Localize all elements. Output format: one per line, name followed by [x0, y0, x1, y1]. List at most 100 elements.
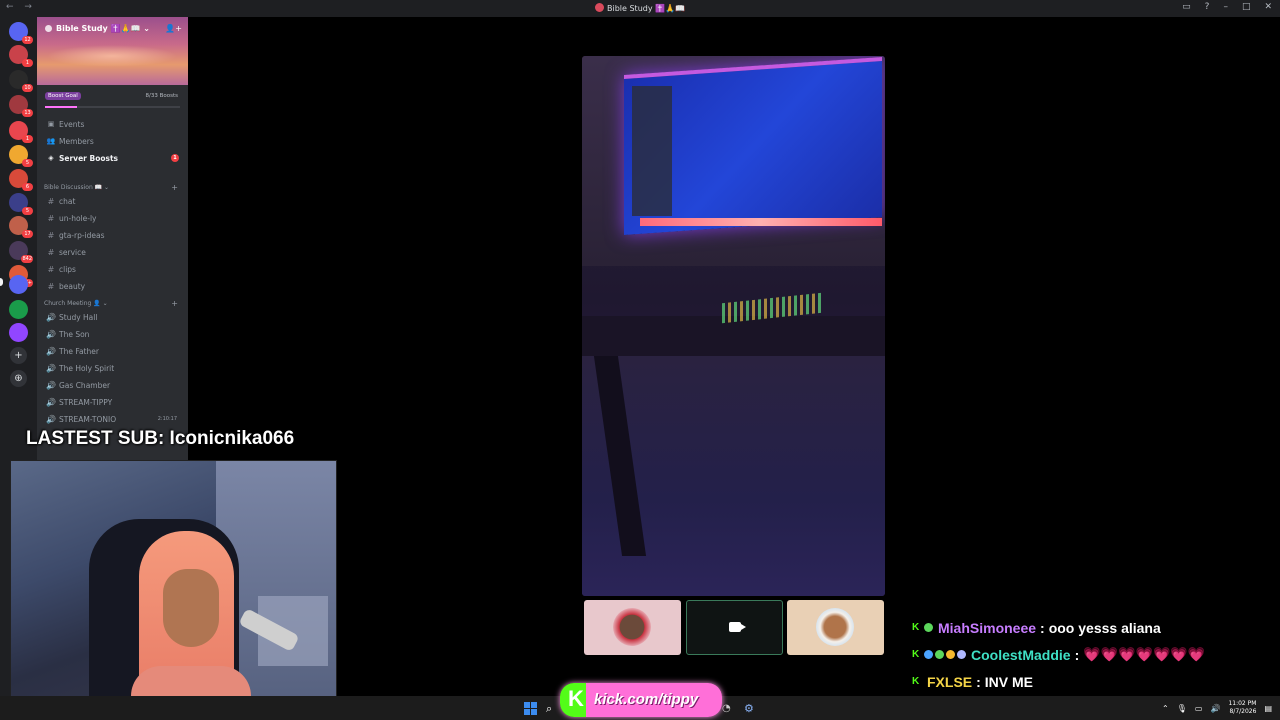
- channel-label: The Father: [59, 346, 99, 356]
- invite-icon[interactable]: 👤+: [165, 24, 182, 33]
- server-icon-6[interactable]: 5: [9, 145, 33, 167]
- chat-username: CoolestMaddie: [971, 646, 1071, 663]
- channel-stream-tippy[interactable]: 🔊 STREAM-TIPPY: [45, 395, 185, 409]
- latest-sub-overlay: LASTEST SUB: Iconicnika066: [26, 428, 295, 449]
- server-banner[interactable]: Bible Study ✝️🙏📖 ⌄ 👤+: [37, 17, 188, 85]
- mention-badge: 1: [22, 135, 33, 143]
- kick-url-overlay: K kick.com/tippy: [560, 683, 722, 717]
- add-server-button[interactable]: +: [10, 347, 27, 364]
- chat-badge-icon: [924, 650, 933, 659]
- channel-stream-tonio[interactable]: 🔊 STREAM-TONIO 2:10:17: [45, 412, 185, 426]
- add-channel-icon[interactable]: +: [171, 299, 178, 308]
- channel-clips[interactable]: # clips: [45, 262, 185, 276]
- minimize-icon[interactable]: –: [1223, 2, 1228, 12]
- volume-icon[interactable]: 🔊: [1210, 704, 1220, 713]
- folder-icon[interactable]: [9, 275, 28, 294]
- chat-username: MiahSimoneee: [938, 619, 1037, 636]
- server-icon-10[interactable]: 842: [9, 241, 33, 263]
- channel-gas-chamber[interactable]: 🔊 Gas Chamber: [45, 378, 185, 392]
- channel-gta-rp-ideas[interactable]: # gta-rp-ideas: [45, 228, 185, 242]
- boost-progress-bar: [45, 106, 180, 108]
- server-icon-8[interactable]: 5: [9, 193, 33, 215]
- server-icon-9[interactable]: 17: [9, 216, 33, 238]
- streamer-webcam: [10, 460, 337, 710]
- server-icon-12[interactable]: [9, 300, 28, 319]
- boost-goal-row[interactable]: Boost Goal 8/33 Boosts: [37, 89, 188, 103]
- maximize-icon[interactable]: □: [1242, 2, 1251, 12]
- camera-icon: [729, 622, 746, 632]
- clock[interactable]: 11:02 PM 8/7/2026: [1228, 700, 1256, 716]
- mention-badge: 6: [22, 183, 33, 191]
- server-icon-4[interactable]: 13: [9, 95, 33, 117]
- chevron-up-icon[interactable]: ⌃: [1162, 704, 1169, 713]
- channel-beauty[interactable]: # beauty: [45, 279, 185, 293]
- chat-badge-icon: [957, 650, 966, 659]
- kick-logo-letter: K: [568, 686, 584, 711]
- network-icon[interactable]: ▭: [1195, 704, 1203, 713]
- stream-video[interactable]: [582, 56, 885, 596]
- server-icon-7[interactable]: 6: [9, 169, 33, 191]
- server-icon-1[interactable]: 12: [9, 22, 33, 44]
- mention-badge: 5: [22, 159, 33, 167]
- video-monitor-panel: [632, 86, 672, 216]
- notification-icon[interactable]: ▤: [1264, 704, 1272, 713]
- channel-label: The Holy Spirit: [59, 363, 115, 373]
- channel-label: Gas Chamber: [59, 380, 111, 390]
- chat-text: INV ME: [984, 673, 1034, 690]
- server-icon-3[interactable]: 10: [9, 70, 33, 92]
- server-icon: [595, 3, 604, 12]
- window-title: Bible Study ✝️🙏📖: [0, 3, 1280, 13]
- channel-category-2[interactable]: Church Meeting 👤 ⌄ +: [44, 299, 184, 310]
- add-channel-icon[interactable]: +: [171, 183, 178, 192]
- channel-service[interactable]: # service: [45, 245, 185, 259]
- sidebar-item-server-boosts[interactable]: ◈ Server Boosts 1: [45, 151, 185, 165]
- settings-icon[interactable]: ⚙: [744, 702, 757, 715]
- hashtag-icon: #: [47, 247, 55, 257]
- inbox-icon[interactable]: ▭: [1182, 2, 1191, 12]
- chat-message: K FXLSE: INV ME: [912, 668, 1272, 695]
- chat-separator: :: [976, 673, 981, 690]
- channel-label: un-hole-ly: [59, 213, 97, 223]
- channel-study-hall[interactable]: 🔊 Study Hall: [45, 310, 185, 324]
- channel-category-1[interactable]: Bible Discussion 📖 ⌄ +: [44, 183, 184, 194]
- windows-start-icon[interactable]: [524, 702, 537, 715]
- mention-badge: 12: [22, 36, 33, 44]
- notification-badge: 1: [171, 154, 179, 162]
- speaker-icon: 🔊: [46, 346, 56, 356]
- help-icon[interactable]: ?: [1205, 2, 1210, 12]
- speaker-icon: 🔊: [46, 380, 56, 390]
- server-name[interactable]: Bible Study ✝️🙏📖 ⌄: [45, 24, 150, 33]
- participant-tile-2[interactable]: [686, 600, 783, 655]
- server-icon-2[interactable]: 1: [9, 45, 33, 67]
- channel-un-hole-ly[interactable]: # un-hole-ly: [45, 211, 185, 225]
- selected-server-pill: [0, 278, 3, 286]
- close-icon[interactable]: ✕: [1264, 2, 1272, 12]
- browser-icon[interactable]: ◔: [722, 702, 735, 715]
- chat-badge-icon: [946, 650, 955, 659]
- hashtag-icon: #: [47, 230, 55, 240]
- window-title-text: Bible Study ✝️🙏📖: [607, 4, 685, 13]
- channel-label: service: [59, 247, 86, 257]
- participant-tile-3[interactable]: [787, 600, 884, 655]
- kick-badge-icon: K: [912, 649, 920, 660]
- participant-tile-1[interactable]: [584, 600, 681, 655]
- speaker-icon: 🔊: [46, 363, 56, 373]
- category-name: Church Meeting 👤 ⌄: [44, 300, 108, 307]
- channel-chat[interactable]: # chat: [45, 194, 185, 208]
- kick-badge-icon: K: [912, 676, 920, 687]
- screen: ← → Bible Study ✝️🙏📖 ▭ ? – □ ✕ 12 1 10 13 1 5…: [0, 0, 1280, 720]
- system-tray: ⌃ 🎙 ▭ 🔊 11:02 PM 8/7/2026 ▤: [1162, 700, 1272, 716]
- channel-label: Study Hall: [59, 312, 98, 322]
- search-icon[interactable]: ⌕: [546, 702, 559, 715]
- server-icon-5[interactable]: 1: [9, 121, 33, 143]
- mic-icon[interactable]: 🎙: [1177, 704, 1187, 713]
- sidebar-item-label: Events: [59, 119, 85, 129]
- server-icon-13[interactable]: [9, 323, 28, 342]
- channel-the-son[interactable]: 🔊 The Son: [45, 327, 185, 341]
- hashtag-icon: #: [47, 264, 55, 274]
- discover-icon[interactable]: ⊕: [10, 370, 27, 387]
- channel-the-father[interactable]: 🔊 The Father: [45, 344, 185, 358]
- channel-the-holy-spirit[interactable]: 🔊 The Holy Spirit: [45, 361, 185, 375]
- sidebar-item-events[interactable]: ▣ Events: [45, 117, 185, 131]
- sidebar-item-members[interactable]: 👥 Members: [45, 134, 185, 148]
